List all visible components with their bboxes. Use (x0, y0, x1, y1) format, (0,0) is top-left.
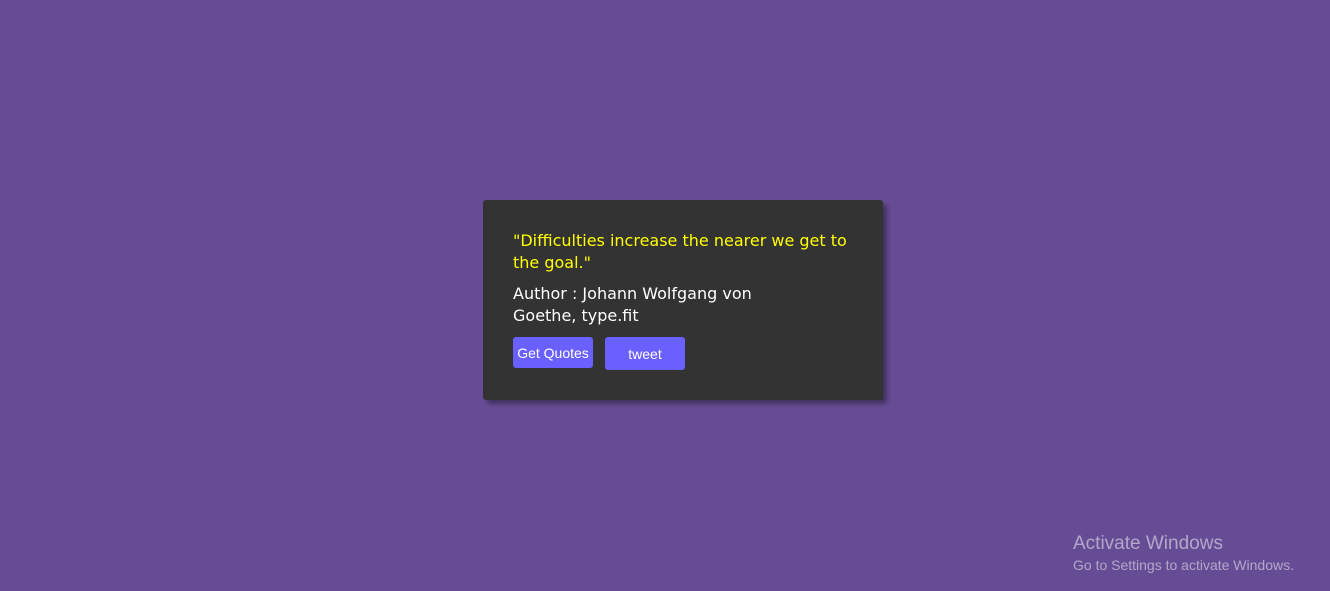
button-row: Get Quotes tweet (513, 337, 853, 370)
activate-windows-subtitle: Go to Settings to activate Windows. (1073, 557, 1294, 573)
tweet-button[interactable]: tweet (605, 337, 685, 370)
activate-windows-watermark: Activate Windows Go to Settings to activ… (1073, 533, 1294, 574)
author-text: Author : Johann Wolfgang von Goethe, typ… (513, 284, 752, 325)
quote-text: "Difficulties increase the nearer we get… (513, 231, 847, 272)
get-quotes-button[interactable]: Get Quotes (513, 337, 593, 368)
activate-windows-title: Activate Windows (1073, 533, 1223, 554)
quote-card: "Difficulties increase the nearer we get… (483, 200, 883, 400)
